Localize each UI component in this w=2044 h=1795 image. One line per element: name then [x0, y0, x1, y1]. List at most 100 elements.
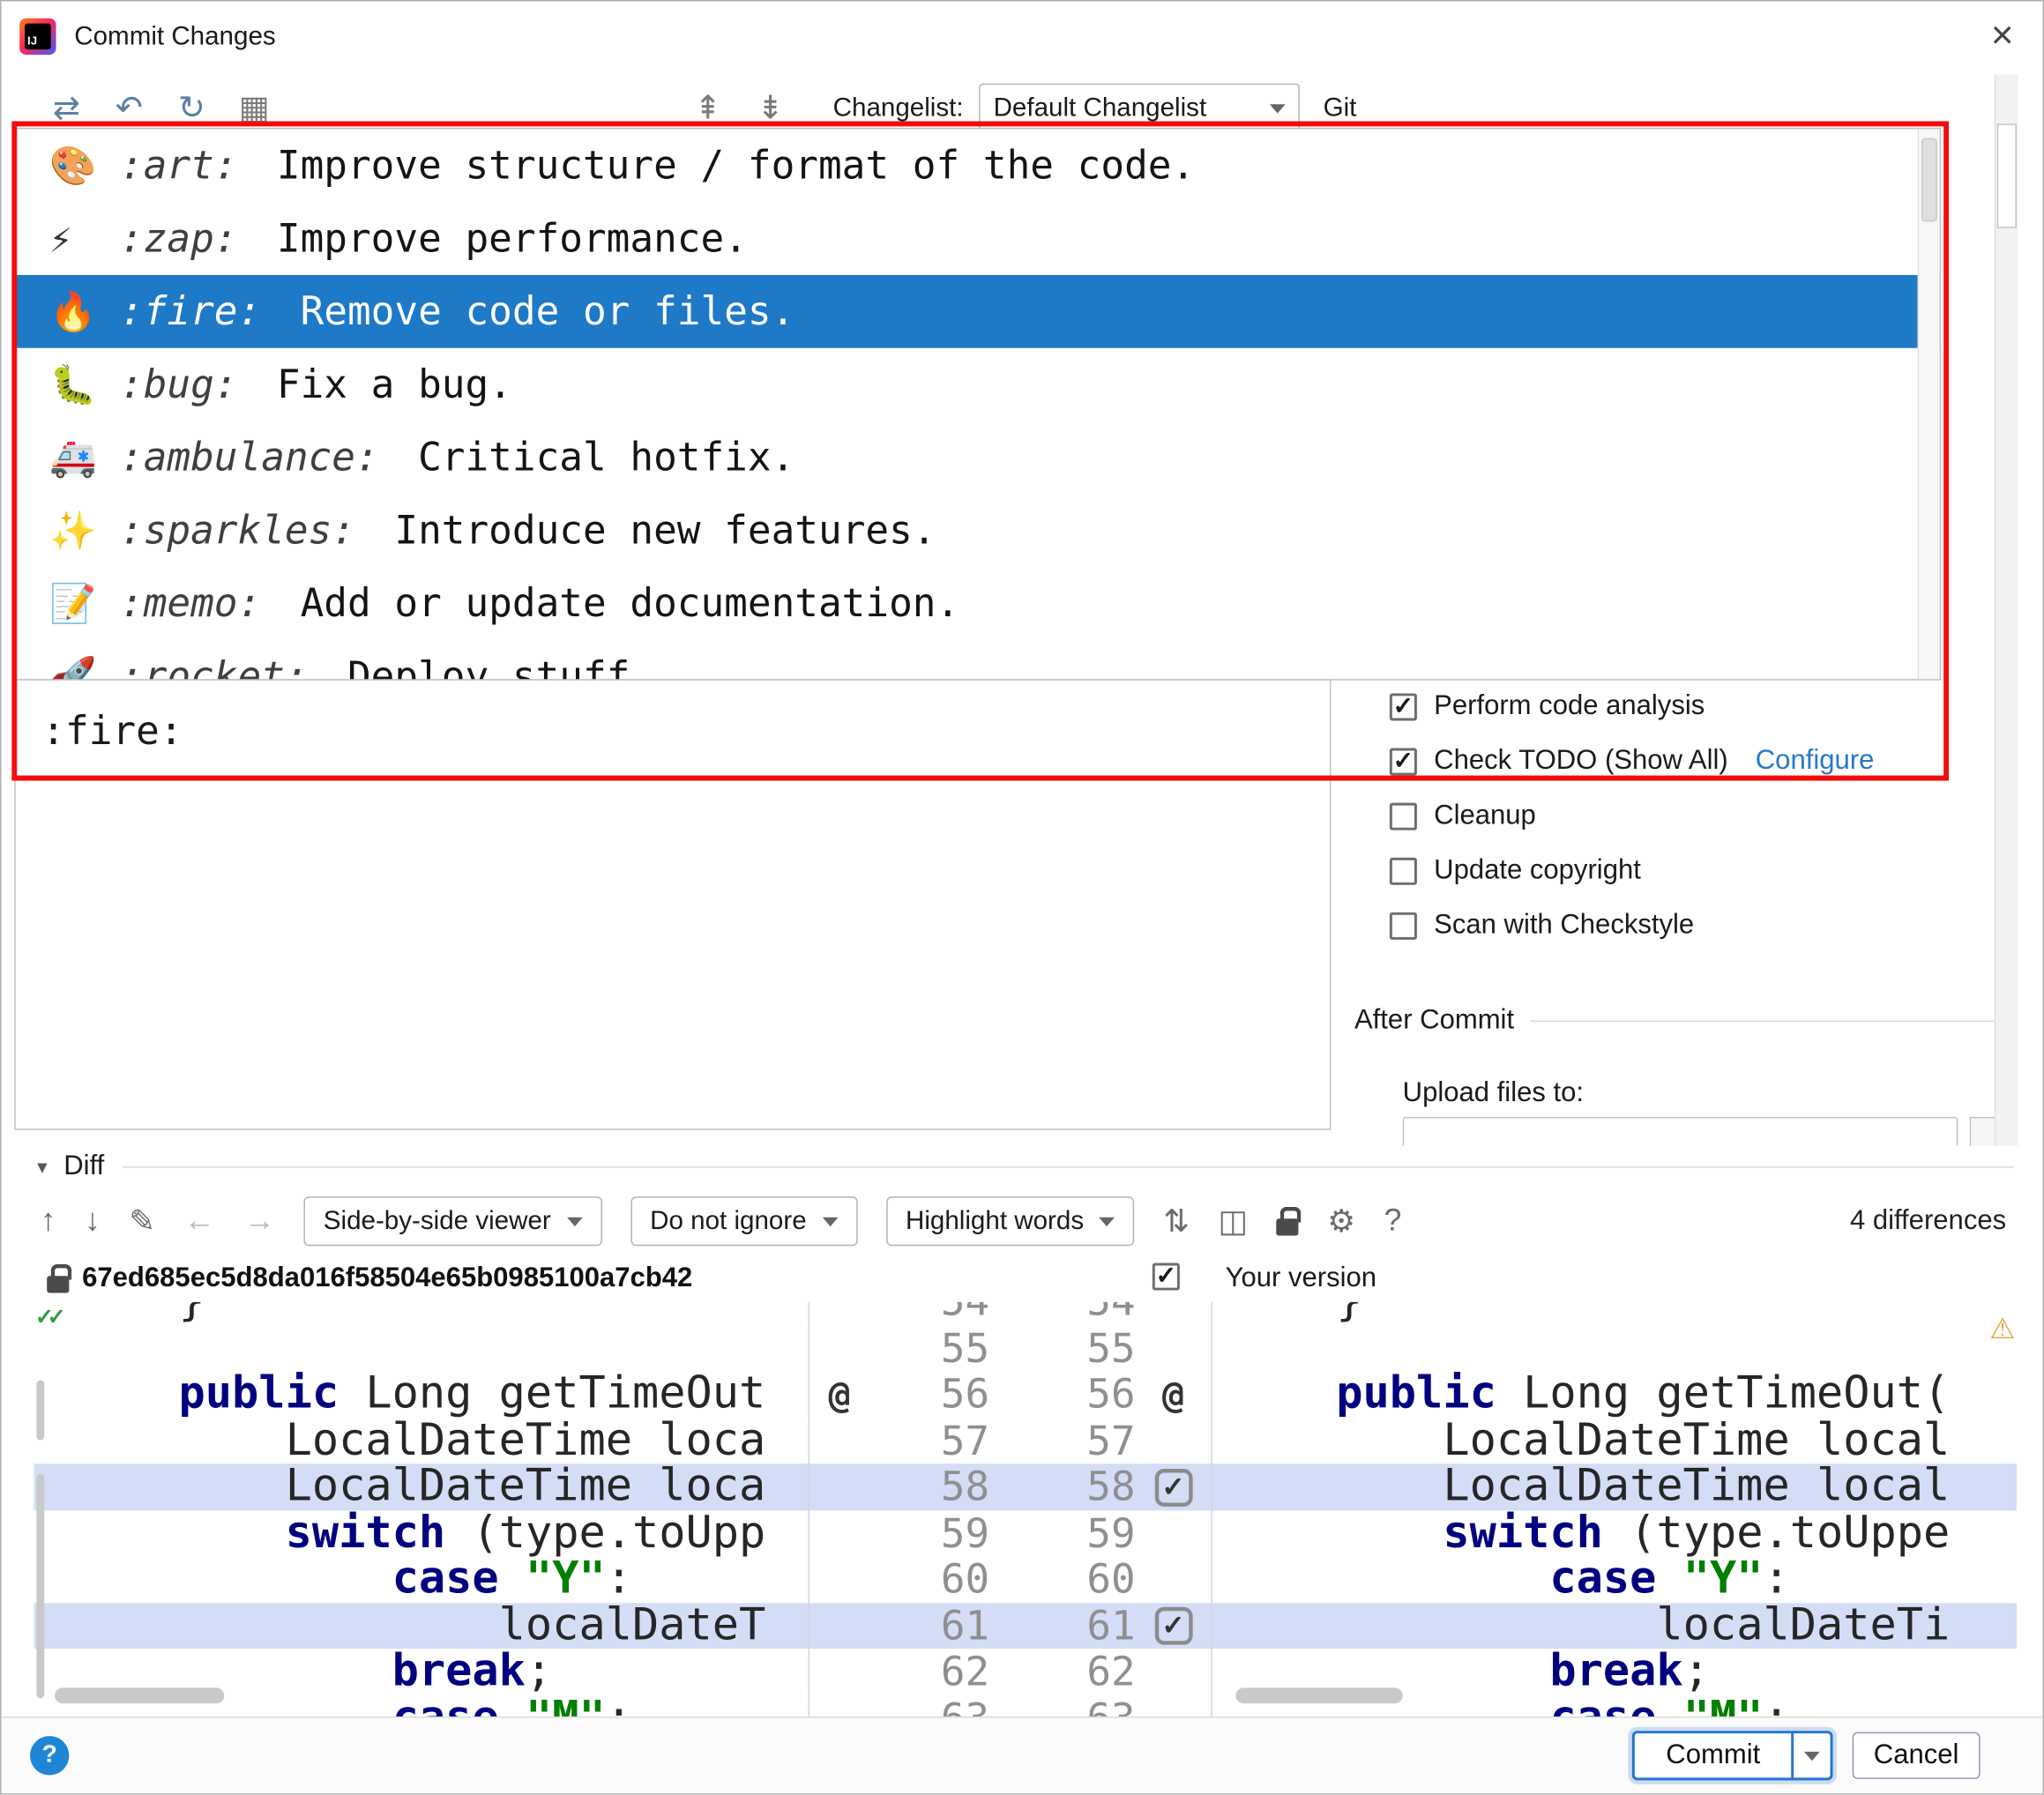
- diff-toolbar: ↑ ↓ ✎ ← → Side-by-side viewer Do not ign…: [41, 1190, 2014, 1253]
- right-code-line: LocalDateTime local: [1212, 1418, 1994, 1464]
- next-difference-icon[interactable]: ↓: [85, 1203, 101, 1239]
- gitmoji-suggestion[interactable]: ⚡:zap:Improve performance.: [16, 202, 1940, 275]
- commit-option-row: Scan with Checkstyle: [1390, 898, 2016, 953]
- diff-gutter: 6060: [809, 1556, 1212, 1603]
- right-marker-strip: [1993, 1603, 2017, 1650]
- configure-link[interactable]: Configure: [1756, 746, 1875, 777]
- gitmoji-description: Critical hotfix.: [418, 435, 794, 480]
- highlight-mode-dropdown[interactable]: Highlight words: [886, 1196, 1135, 1246]
- dialog-scrollbar[interactable]: [1995, 74, 2018, 1148]
- changelist-dropdown[interactable]: Default Changelist: [979, 84, 1300, 133]
- after-commit-section: After Commit: [1354, 1005, 2017, 1036]
- code-segment: case: [1549, 1556, 1656, 1603]
- annotate-marker-left: @: [809, 1373, 869, 1416]
- gitmoji-code: :ambulance:: [120, 435, 379, 480]
- option-checkbox[interactable]: ✓: [1390, 748, 1417, 775]
- cancel-button[interactable]: Cancel: [1853, 1732, 1981, 1779]
- code-segment: break: [1549, 1649, 1682, 1695]
- diff-gutter: 5757: [809, 1418, 1212, 1464]
- previous-difference-icon[interactable]: ↑: [41, 1203, 56, 1239]
- gitmoji-suggestion[interactable]: 🚑:ambulance:Critical hotfix.: [16, 421, 1940, 494]
- intellij-logo-text: IJ: [25, 24, 51, 50]
- gutter-right-slot: ✓: [1136, 1607, 1212, 1645]
- revision-hash: 67ed685ec5d8da016f58504e65b0985100a7cb42: [82, 1262, 692, 1293]
- option-checkbox[interactable]: [1390, 857, 1417, 884]
- left-pane-horizontal-scrollbar[interactable]: [55, 1687, 224, 1703]
- title-bar: IJ Commit Changes ×: [1, 1, 2042, 71]
- after-commit-label: After Commit: [1354, 1005, 1514, 1036]
- include-version-checkbox[interactable]: ✓: [1153, 1262, 1180, 1290]
- show-diff-icon[interactable]: ⇄: [43, 89, 90, 128]
- code-segment: [499, 1695, 526, 1719]
- gitmoji-popup-list: 🎨:art:Improve structure / format of the …: [16, 129, 1940, 680]
- gitmoji-code: :art:: [120, 143, 238, 189]
- gitmoji-emoji-icon: 📝: [49, 581, 120, 627]
- left-line-number: 57: [869, 1418, 989, 1464]
- option-checkbox[interactable]: ✓: [1390, 693, 1417, 720]
- commit-options-dropdown[interactable]: [1792, 1733, 1831, 1777]
- whitespace-policy-dropdown[interactable]: Do not ignore: [630, 1196, 857, 1246]
- gitmoji-suggestion[interactable]: 🐛:bug:Fix a bug.: [16, 348, 1940, 421]
- right-marker-strip: [1993, 1556, 2017, 1603]
- rollback-icon[interactable]: ↶: [106, 89, 153, 128]
- include-change-checkbox[interactable]: ✓: [1154, 1468, 1192, 1506]
- code-segment: [1656, 1556, 1682, 1603]
- compare-previous-file-icon[interactable]: ←: [184, 1203, 215, 1239]
- expand-all-icon[interactable]: ⇟: [747, 89, 794, 128]
- code-segment: "Y": [1683, 1556, 1764, 1603]
- warning-stripe-icon: ⚠: [1989, 1313, 2015, 1346]
- diff-help-icon[interactable]: ?: [1384, 1203, 1402, 1239]
- commit-button[interactable]: Commit: [1635, 1733, 1792, 1777]
- gitmoji-suggestion[interactable]: 📝:memo:Add or update documentation.: [16, 567, 1940, 640]
- sync-scrolling-icon[interactable]: ◫: [1219, 1203, 1249, 1240]
- right-pane-horizontal-scrollbar[interactable]: [1235, 1687, 1402, 1703]
- right-line-number: 55: [1005, 1325, 1136, 1372]
- collapse-unchanged-icon[interactable]: ⇅: [1163, 1203, 1190, 1240]
- refresh-icon[interactable]: ↻: [168, 89, 215, 128]
- option-checkbox[interactable]: [1390, 912, 1417, 939]
- code-segment: localDateT: [499, 1603, 766, 1650]
- jump-to-source-icon[interactable]: ✎: [129, 1203, 155, 1240]
- code-segment: switch: [1443, 1510, 1603, 1557]
- code-segment: localDateTi: [1656, 1603, 1950, 1650]
- right-line-number: 59: [1005, 1510, 1136, 1557]
- commit-message-input[interactable]: :fire:: [14, 679, 1331, 1129]
- changelist-value: Default Changelist: [994, 93, 1270, 123]
- code-segment: public: [1336, 1371, 1496, 1418]
- gitmoji-suggestion[interactable]: 🎨:art:Improve structure / format of the …: [16, 129, 1940, 202]
- diff-settings-gear-icon[interactable]: ⚙: [1327, 1203, 1355, 1240]
- chevron-down-icon: [1804, 1751, 1820, 1760]
- gitmoji-code: :sparkles:: [120, 508, 355, 554]
- compare-next-file-icon[interactable]: →: [244, 1203, 275, 1239]
- help-button[interactable]: ?: [30, 1736, 69, 1775]
- upload-files-label: Upload files to:: [1403, 1078, 1584, 1109]
- your-version-label: Your version: [1226, 1262, 1376, 1293]
- code-segment: loca: [659, 1464, 765, 1510]
- option-checkbox[interactable]: [1390, 802, 1417, 830]
- disable-editing-lock-icon[interactable]: [1277, 1218, 1299, 1235]
- gitmoji-suggestion[interactable]: 🚀:rocket:Deploy stuff.: [16, 640, 1940, 681]
- dialog-scrollbar-thumb[interactable]: [1997, 123, 2017, 227]
- gitmoji-suggestion[interactable]: 🔥:fire:Remove code or files.: [16, 275, 1940, 348]
- diff-section-header[interactable]: ▼ Diff: [34, 1145, 2014, 1187]
- popup-scrollbar[interactable]: [1918, 129, 1940, 679]
- code-segment: ;: [1683, 1649, 1710, 1695]
- viewer-mode-dropdown[interactable]: Side-by-side viewer: [304, 1196, 602, 1246]
- collapse-all-icon[interactable]: ⇞: [684, 89, 731, 128]
- group-by-icon[interactable]: ▦: [231, 89, 278, 128]
- collapse-triangle-icon[interactable]: ▼: [34, 1157, 50, 1176]
- right-code-line: case "Y":: [1212, 1556, 1994, 1603]
- intellij-logo-icon: IJ: [19, 19, 56, 55]
- popup-scrollbar-thumb[interactable]: [1921, 138, 1937, 222]
- diff-section-label: Diff: [63, 1151, 104, 1181]
- include-change-checkbox[interactable]: ✓: [1154, 1607, 1192, 1645]
- code-segment: break: [392, 1649, 526, 1695]
- code-segment: ;: [526, 1649, 552, 1695]
- right-line-number: 62: [1005, 1649, 1136, 1695]
- option-label: Update copyright: [1434, 855, 1641, 886]
- close-window-button[interactable]: ×: [1962, 1, 2043, 71]
- gitmoji-suggestion[interactable]: ✨:sparkles:Introduce new features.: [16, 494, 1940, 567]
- options-list: ✓Perform code analysis✓Check TODO (Show …: [1390, 679, 2016, 952]
- left-code-line: LocalDateTime loca: [55, 1418, 808, 1464]
- gutter-right-slot: ✓: [1136, 1468, 1212, 1506]
